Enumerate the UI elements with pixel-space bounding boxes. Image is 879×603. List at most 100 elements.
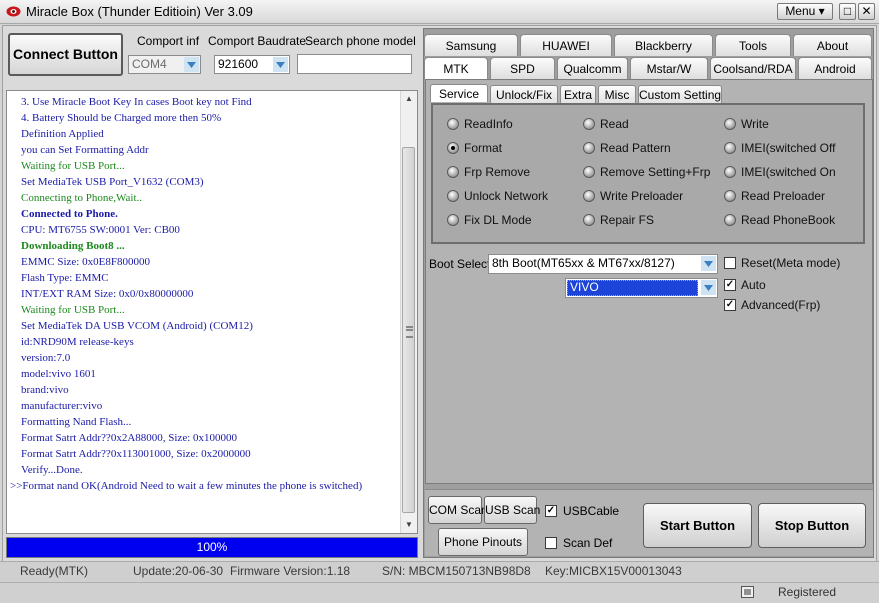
radio-button[interactable] <box>724 142 736 154</box>
radio-button[interactable] <box>724 166 736 178</box>
radio-button[interactable] <box>583 118 595 130</box>
option-fix-dl-mode[interactable]: Fix DL Mode <box>447 213 577 229</box>
tab-tools[interactable]: Tools <box>715 34 791 56</box>
radio-button[interactable] <box>447 214 459 226</box>
radio-button[interactable] <box>447 142 459 154</box>
option-readinfo[interactable]: ReadInfo <box>447 117 577 133</box>
log-line: version:7.0 <box>21 352 71 364</box>
option-unlock-network[interactable]: Unlock Network <box>447 189 577 205</box>
grip-icon <box>406 326 413 338</box>
option-frp-remove[interactable]: Frp Remove <box>447 165 577 181</box>
log-line: manufacturer:vivo <box>21 400 103 412</box>
tab-about[interactable]: About <box>793 34 872 56</box>
phone-pinouts-button[interactable]: Phone Pinouts <box>438 528 528 556</box>
option-read-preloader[interactable]: Read Preloader <box>724 189 854 205</box>
checkbox-reset-meta-mode[interactable]: Reset(Meta mode) <box>724 256 840 272</box>
radio-button[interactable] <box>447 190 459 202</box>
option-label: Read PhoneBook <box>741 213 836 227</box>
log-scrollbar[interactable]: ▲ ▼ <box>400 91 417 533</box>
checkbox-box[interactable]: ✓ <box>724 279 736 291</box>
boot-select-value: 8th Boot(MT65xx & MT67xx/8127) <box>492 256 675 270</box>
option-label: IMEI(switched Off <box>741 141 836 155</box>
radio-button[interactable] <box>724 214 736 226</box>
option-label: Frp Remove <box>464 165 531 179</box>
radio-button[interactable] <box>724 190 736 202</box>
scan-def-checkbox[interactable]: Scan Def <box>545 536 625 552</box>
radio-button[interactable] <box>583 214 595 226</box>
scroll-up-icon[interactable]: ▲ <box>401 91 417 107</box>
red-eye-logo-icon <box>6 6 21 17</box>
scrollbar-thumb[interactable] <box>402 147 415 513</box>
status-registered: Registered <box>778 585 837 599</box>
tab-android[interactable]: Android <box>798 57 872 79</box>
dropdown-arrow-icon[interactable] <box>701 256 716 271</box>
radio-button[interactable] <box>447 118 459 130</box>
sub-tab-bar: Service Unlock/Fix Extra Misc Custom Set… <box>430 84 730 103</box>
checkbox-advanced-frp[interactable]: ✓ Advanced(Frp) <box>724 298 834 314</box>
log-line: Set MediaTek DA USB VCOM (Android) (COM1… <box>21 320 253 332</box>
tab-mtk[interactable]: MTK <box>424 57 488 79</box>
search-phone-label: Search phone model <box>305 34 416 48</box>
usb-cable-checkbox[interactable]: ✓ USBCable <box>545 504 625 520</box>
subtab-custom-setting[interactable]: Custom Setting <box>638 85 722 103</box>
log-line: >>Format nand OK(Android Need to wait a … <box>10 480 363 492</box>
scroll-down-icon[interactable]: ▼ <box>401 517 417 533</box>
option-write[interactable]: Write <box>724 117 854 133</box>
log-line: Definition Applied <box>21 128 104 140</box>
start-button[interactable]: Start Button <box>643 503 752 548</box>
tab-qualcomm[interactable]: Qualcomm <box>557 57 628 79</box>
option-label: Write <box>741 117 769 131</box>
stop-button[interactable]: Stop Button <box>758 503 866 548</box>
tab-spd[interactable]: SPD <box>490 57 555 79</box>
tab-blackberry[interactable]: Blackberry <box>614 34 713 56</box>
radio-button[interactable] <box>583 190 595 202</box>
subtab-misc[interactable]: Misc <box>598 85 636 103</box>
tab-huawei[interactable]: HUAWEI <box>520 34 612 56</box>
option-remove-setting-frp[interactable]: Remove Setting+Frp <box>583 165 713 181</box>
log-line: Format Satrt Addr??0x113001000, Size: 0x… <box>21 448 251 460</box>
comport-select[interactable]: COM4 <box>128 55 201 74</box>
boot-select[interactable]: 8th Boot(MT65xx & MT67xx/8127) <box>488 254 718 274</box>
option-label: Format <box>464 141 503 155</box>
tab-mstar[interactable]: Mstar/W <box>630 57 708 79</box>
minimize-icon[interactable]: □ <box>839 3 856 20</box>
option-read[interactable]: Read <box>583 117 713 133</box>
subtab-service[interactable]: Service <box>430 84 488 102</box>
option-repair-fs[interactable]: Repair FS <box>583 213 713 229</box>
baudrate-value: 921600 <box>218 57 259 71</box>
search-phone-input[interactable] <box>297 54 412 74</box>
tab-samsung[interactable]: Samsung <box>424 34 518 56</box>
checkbox-auto[interactable]: ✓ Auto <box>724 278 834 294</box>
option-imei-switched-off[interactable]: IMEI(switched Off <box>724 141 854 157</box>
log-line: brand:vivo <box>21 384 69 396</box>
option-write-preloader[interactable]: Write Preloader <box>583 189 713 205</box>
scan-def-check[interactable] <box>545 537 557 549</box>
menu-button[interactable]: Menu ▾ <box>777 3 833 20</box>
radio-button[interactable] <box>724 118 736 130</box>
dropdown-arrow-icon[interactable] <box>701 280 716 295</box>
usb-cable-check[interactable]: ✓ <box>545 505 557 517</box>
subtab-extra[interactable]: Extra <box>560 85 596 103</box>
checkbox-box[interactable] <box>724 257 736 269</box>
radio-button[interactable] <box>583 166 595 178</box>
phone-model-select[interactable]: VIVO <box>565 278 718 298</box>
baudrate-select[interactable]: 921600 <box>214 55 290 74</box>
checkbox-box[interactable]: ✓ <box>724 299 736 311</box>
subtab-unlock-fix[interactable]: Unlock/Fix <box>490 85 558 103</box>
dropdown-arrow-icon[interactable] <box>184 57 199 72</box>
option-format[interactable]: Format <box>447 141 577 157</box>
usb-cable-label: USBCable <box>563 504 620 518</box>
option-read-pattern[interactable]: Read Pattern <box>583 141 713 157</box>
option-imei-switched-on[interactable]: IMEI(switched On <box>724 165 854 181</box>
option-label: Write Preloader <box>600 189 684 203</box>
connect-button[interactable]: Connect Button <box>8 33 123 76</box>
option-read-phonebook[interactable]: Read PhoneBook <box>724 213 854 229</box>
tab-coolsand-rda[interactable]: Coolsand/RDA <box>710 57 796 79</box>
radio-button[interactable] <box>583 142 595 154</box>
radio-button[interactable] <box>447 166 459 178</box>
com-scan-button[interactable]: COM Scan <box>428 496 488 524</box>
dropdown-arrow-icon[interactable] <box>273 57 288 72</box>
usb-scan-button[interactable]: USB Scan <box>484 496 540 524</box>
option-label: Read Pattern <box>600 141 671 155</box>
close-icon[interactable]: ✕ <box>858 3 875 20</box>
